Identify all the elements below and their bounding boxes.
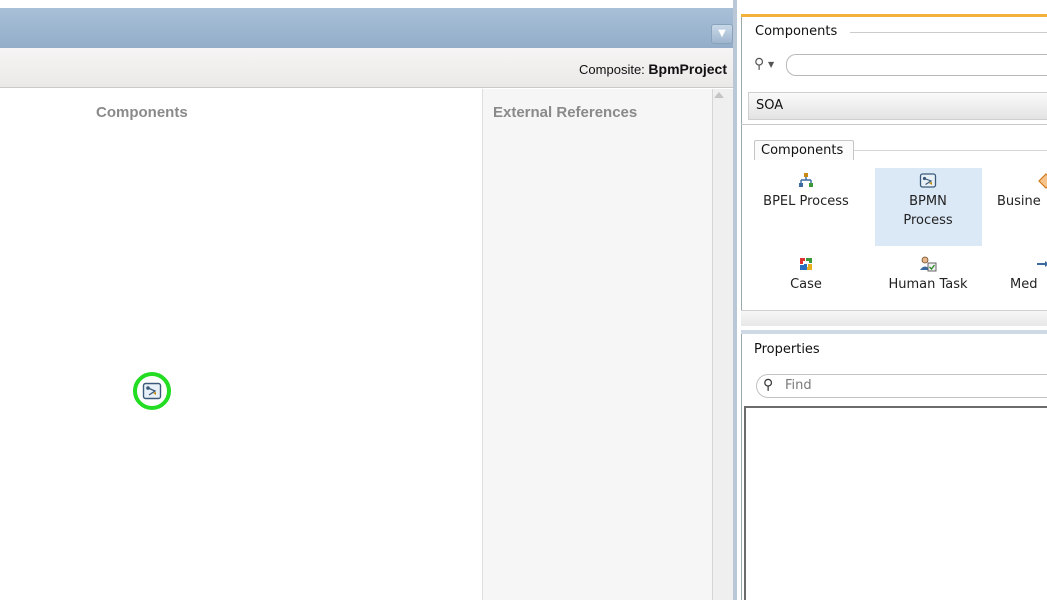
chevron-down-icon: ▼ [718,28,726,39]
palette-category-value: SOA [756,98,784,113]
palette-item-mediator[interactable]: Med [1010,255,1047,294]
palette-item-human-task[interactable]: Human Task [878,255,978,294]
palette-item-label-line2: Process [903,213,953,228]
palette-item-business-rule[interactable]: Busine [997,172,1047,211]
components-group-label: Components [761,143,844,158]
search-icon[interactable]: ⚲ [754,56,764,72]
properties-panel-header-strip [741,330,1047,334]
search-icon[interactable]: ⚲ [763,377,773,393]
palette-separator [741,124,1047,125]
components-group-divider [854,150,1047,151]
composite-header: Composite: BpmProject [0,48,737,88]
palette-item-case[interactable]: Case [756,255,856,294]
business-rule-icon [1038,173,1047,189]
palette-item-label: Med [1010,277,1038,292]
external-references-heading: External References [493,104,638,121]
bpmn-process-icon [919,173,937,188]
composite-title: Composite: BpmProject [579,61,727,77]
human-task-icon [920,256,937,272]
scroll-up-arrow-icon[interactable] [714,92,724,98]
properties-find-placeholder: Find [785,378,812,393]
mediator-icon [1037,261,1047,267]
composite-name: BpmProject [648,61,727,77]
case-icon [800,258,812,270]
editor-toolbar [0,8,737,48]
palette-item-label: Human Task [888,277,968,292]
editor-menu-dropdown[interactable]: ▼ [711,24,733,44]
palette-search[interactable] [748,54,1047,76]
palette-item-bpel-process[interactable]: BPEL Process [756,172,856,211]
editor-vertical-scrollbar[interactable] [712,89,733,600]
bpmn-process-icon [142,382,162,400]
palette-item-label: Case [790,277,822,292]
panel-splitter[interactable] [733,0,737,600]
chevron-down-icon[interactable]: ▼ [768,60,774,69]
palette-item-bpmn-process[interactable]: BPMN Process [878,172,978,230]
palette-title-divider [850,32,1047,33]
palette-item-label: BPMN [909,194,947,209]
external-references-lane[interactable] [482,89,712,600]
bpel-process-icon [799,173,813,187]
palette-item-label: BPEL Process [763,194,849,209]
palette-active-accent [741,14,1047,17]
composite-prefix: Composite: [579,62,645,77]
components-lane-heading: Components [96,104,188,121]
palette-search-input[interactable] [786,54,1047,76]
palette-title: Components [755,24,838,39]
bpmn-process-component-node[interactable] [133,372,171,410]
palette-category-select[interactable] [748,92,1047,120]
properties-content-area [744,406,1047,600]
palette-item-label: Busine [997,194,1041,209]
palette-footer [741,310,1047,326]
properties-title: Properties [754,342,820,357]
